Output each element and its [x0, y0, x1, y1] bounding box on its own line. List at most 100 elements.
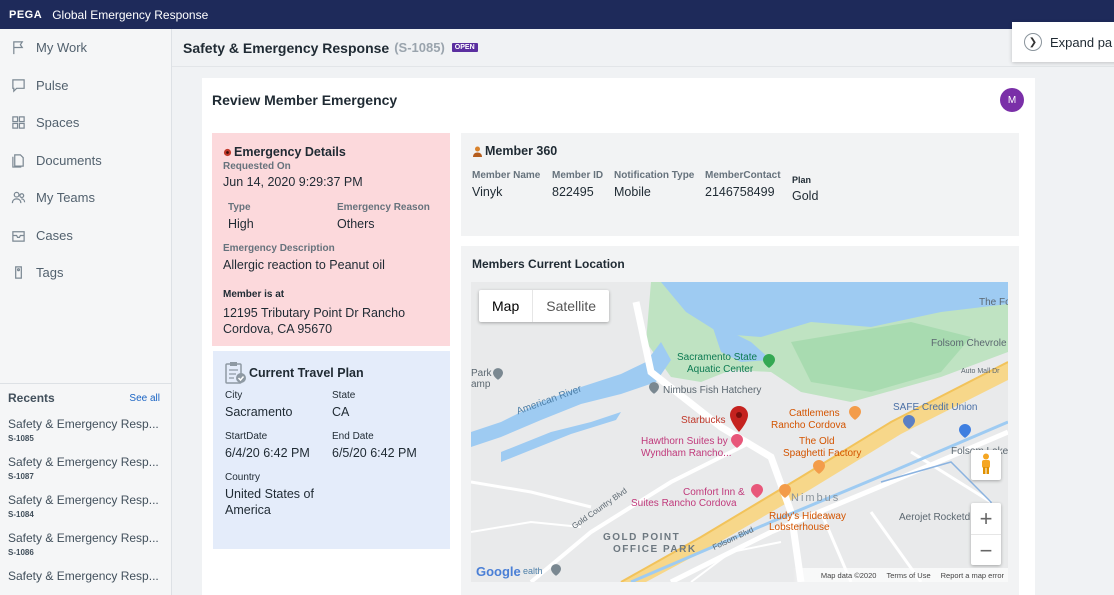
poi-marker-icon[interactable] — [493, 368, 503, 383]
state-value: CA — [332, 405, 350, 419]
country-label: Country — [225, 472, 261, 483]
reason-value: Others — [337, 217, 375, 231]
recent-item[interactable]: Safety & Emergency Resp... S-1084 — [0, 493, 172, 519]
sidebar: My Work Pulse Spaces Documents My Teams … — [0, 29, 172, 595]
sidebar-item-pulse[interactable]: Pulse — [0, 67, 171, 105]
map-label: Wyndham Rancho... — [641, 448, 732, 459]
sidebar-item-cases[interactable]: Cases — [0, 217, 171, 255]
member-location-label: Member is at — [223, 289, 285, 300]
map-label: Auto Mall Dr — [961, 368, 1000, 375]
plan-value: Gold — [792, 189, 819, 203]
member-id-value: 822495 — [552, 185, 594, 199]
travel-heading: Current Travel Plan — [249, 366, 364, 380]
top-bar: PEGA Global Emergency Response — [0, 0, 1114, 29]
sidebar-item-label: Cases — [36, 227, 73, 243]
review-title: Review Member Emergency — [212, 92, 398, 108]
city-label: City — [225, 390, 243, 401]
map[interactable]: Map Satellite Sacramento State Aquatic C… — [471, 282, 1008, 582]
sidebar-item-my-work[interactable]: My Work — [0, 29, 171, 67]
team-icon — [10, 190, 26, 206]
sidebar-item-documents[interactable]: Documents — [0, 142, 171, 180]
end-date-value: 6/5/20 6:42 PM — [332, 446, 417, 460]
recent-item[interactable]: Safety & Emergency Resp... — [0, 569, 172, 583]
location-panel: Members Current Location Map Satellite S… — [461, 246, 1019, 595]
recent-item-id: S-1086 — [8, 548, 34, 557]
map-label: Nimbus — [791, 492, 841, 504]
sidebar-item-label: Tags — [36, 265, 64, 281]
notification-type-label: Notification Type — [614, 170, 695, 181]
map-view-button[interactable]: Map — [479, 290, 534, 322]
recent-item-name: Safety & Emergency Resp... — [8, 455, 159, 469]
start-date-label: StartDate — [225, 431, 268, 442]
chat-icon — [10, 77, 26, 93]
member-name-label: Member Name — [472, 170, 541, 181]
emergency-details-panel: Emergency Details Requested On Jun 14, 2… — [212, 133, 450, 346]
hotel-marker-icon[interactable] — [731, 434, 743, 451]
map-label: Cattlemens — [789, 408, 840, 419]
recents-title: Recents — [8, 391, 55, 405]
sidebar-item-spaces[interactable]: Spaces — [0, 104, 171, 142]
expand-panel-button[interactable]: ❯ Expand pa — [1012, 22, 1114, 62]
member-contact-value: 2146758499 — [705, 185, 775, 199]
sidebar-item-my-teams[interactable]: My Teams — [0, 179, 171, 217]
alarm-icon — [223, 148, 232, 157]
restaurant-marker-icon[interactable] — [813, 460, 825, 477]
map-label: Starbucks — [681, 415, 726, 426]
expand-panel-label: Expand pa — [1050, 34, 1113, 50]
recent-item[interactable]: Safety & Emergency Resp... S-1085 — [0, 417, 172, 443]
zoom-in-button[interactable]: + — [971, 503, 1001, 534]
state-label: State — [332, 390, 356, 401]
travel-plan-panel: Current Travel Plan City Sacramento Stat… — [213, 351, 450, 549]
recent-item-id: S-1087 — [8, 472, 34, 481]
zoom-control: + − — [971, 503, 1001, 565]
recent-item-id: S-1084 — [8, 510, 34, 519]
map-label: Hawthorn Suites by — [641, 436, 728, 447]
zoom-out-button[interactable]: − — [971, 535, 1001, 566]
map-label: Nimbus Fish Hatchery — [663, 385, 762, 396]
start-date-value: 6/4/20 6:42 PM — [225, 446, 310, 460]
member-360-heading: Member 360 — [485, 144, 558, 158]
recent-item[interactable]: Safety & Emergency Resp... S-1087 — [0, 455, 172, 481]
requested-on-value: Jun 14, 2020 9:29:37 PM — [223, 175, 363, 189]
report-map-error-link[interactable]: Report a map error — [941, 571, 1004, 580]
case-title: Safety & Emergency Response — [183, 39, 390, 56]
member-id-label: Member ID — [552, 170, 604, 181]
member-location-line2: Cordova, CA 95670 — [223, 322, 333, 336]
app-title: Global Emergency Response — [52, 7, 209, 22]
recent-item-name: Safety & Emergency Resp... — [8, 531, 159, 545]
shop-marker-icon[interactable] — [959, 424, 971, 441]
sidebar-item-tags[interactable]: Tags — [0, 254, 171, 292]
map-label: SAFE Credit Union — [893, 402, 978, 413]
grid-icon — [10, 115, 26, 131]
restaurant-marker-icon[interactable] — [779, 484, 791, 501]
hotel-marker-icon[interactable] — [751, 484, 763, 501]
recent-item-id: S-1085 — [8, 434, 34, 443]
see-all-link[interactable]: See all — [129, 393, 160, 404]
requested-on-label: Requested On — [223, 161, 291, 172]
park-marker-icon[interactable] — [763, 354, 775, 371]
bank-marker-icon[interactable] — [903, 415, 915, 432]
poi-marker-icon[interactable] — [649, 382, 659, 397]
recent-item[interactable]: Safety & Emergency Resp... S-1086 — [0, 531, 172, 557]
document-icon — [10, 152, 26, 168]
recent-item-name: Safety & Emergency Resp... — [8, 569, 159, 583]
sidebar-item-label: My Teams — [36, 190, 95, 206]
map-label: The Old — [799, 436, 835, 447]
case-header: Safety & Emergency Response (S-1085) OPE… — [172, 29, 1114, 67]
map-label: Rancho Cordova — [771, 420, 847, 431]
street-view-pegman[interactable] — [971, 450, 1001, 480]
end-date-label: End Date — [332, 431, 374, 442]
map-label: amp — [471, 379, 491, 390]
map-data-attribution: Map data ©2020 — [820, 570, 877, 580]
brand-logo[interactable]: PEGA — [9, 9, 42, 21]
member-location-pin-icon[interactable] — [730, 406, 748, 435]
avatar[interactable]: M — [1000, 88, 1024, 112]
map-label: Rudy's Hideaway — [769, 511, 846, 522]
inbox-icon — [10, 227, 26, 243]
status-badge: OPEN — [451, 43, 478, 52]
restaurant-marker-icon[interactable] — [849, 406, 861, 423]
map-label: GOLD POINT — [603, 532, 681, 543]
country-value-line2: America — [225, 503, 271, 517]
terms-of-use-link[interactable]: Terms of Use — [886, 571, 930, 580]
satellite-view-button[interactable]: Satellite — [533, 290, 609, 322]
